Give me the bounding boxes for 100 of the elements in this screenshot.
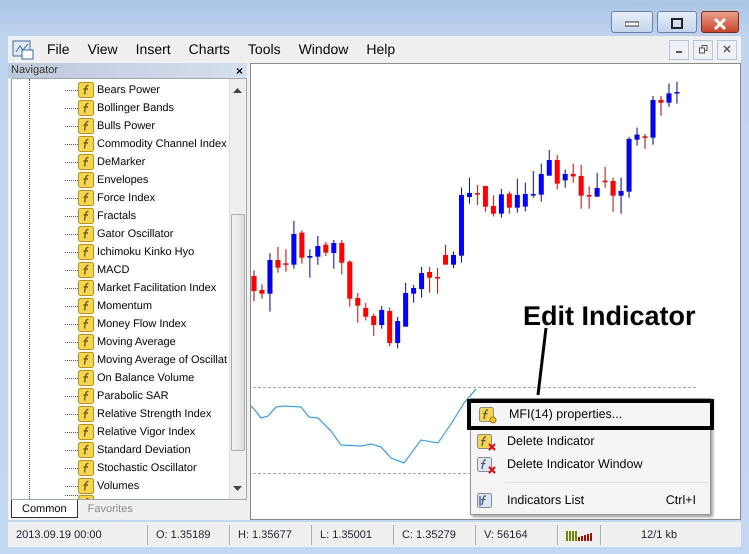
tree-item[interactable]: Money Flow Index [97, 316, 186, 332]
menu-item[interactable]: Indicators List Ctrl+I [473, 489, 708, 512]
candle [626, 136, 632, 198]
tree-item[interactable]: Stochastic Oscillator [97, 460, 197, 476]
candle [666, 83, 672, 108]
tree-item[interactable]: Ichimoku Kinko Hyo [97, 244, 194, 260]
tree-item[interactable]: DeMarker [97, 154, 146, 170]
function-icon [78, 316, 94, 332]
candle [650, 96, 656, 146]
candle [315, 236, 320, 266]
candle [490, 194, 496, 217]
candle [283, 248, 288, 272]
tree-item[interactable]: Relative Vigor Index [97, 424, 196, 440]
candle [602, 166, 608, 188]
candle [466, 177, 472, 204]
function-icon [78, 442, 94, 458]
function-delete-icon [476, 456, 496, 474]
candle [474, 184, 480, 206]
minimize-button[interactable] [611, 11, 653, 33]
candle [506, 191, 512, 214]
menu-item[interactable]: MFI(14) properties... [467, 399, 714, 430]
candle [562, 169, 568, 188]
menu-item[interactable]: Charts [180, 39, 239, 60]
menu-item[interactable]: Window [290, 39, 358, 60]
maximize-icon [671, 18, 683, 30]
candle [578, 164, 584, 210]
status-text: H: 1.35677 [230, 524, 312, 544]
function-icon [78, 208, 94, 224]
menu-item[interactable]: Tools [238, 39, 290, 60]
candle [331, 240, 336, 270]
tree-item[interactable]: Force Index [97, 190, 156, 206]
tree-item[interactable]: Parabolic SAR [97, 388, 169, 404]
scrollbar[interactable] [229, 79, 246, 499]
function-icon [78, 136, 94, 152]
restore-button[interactable] [693, 40, 713, 60]
tree-item[interactable]: Volumes [97, 478, 140, 494]
tree-item[interactable]: Standard Deviation [97, 442, 191, 458]
function-icon [78, 298, 94, 314]
tree-item[interactable]: Gator Oscillator [97, 226, 174, 242]
candle [658, 96, 664, 116]
tree-item[interactable]: Moving Average of Oscillat [97, 352, 228, 368]
function-icon [78, 154, 94, 170]
candle [435, 268, 440, 294]
menu-item[interactable]: Delete Indicator Window [473, 453, 708, 476]
candle [291, 220, 296, 270]
candle [411, 284, 416, 304]
tree-item[interactable]: Bollinger Bands [97, 100, 174, 116]
candle [307, 248, 312, 278]
status-text: L: 1.35001 [312, 524, 394, 544]
tree-item[interactable]: Envelopes [97, 172, 148, 188]
tree-item[interactable]: Bears Power [97, 82, 160, 98]
tree-item[interactable]: On Balance Volume [97, 370, 194, 386]
close-button[interactable] [701, 11, 739, 33]
candle [570, 163, 576, 184]
tab[interactable]: Common [11, 500, 78, 518]
candle [395, 316, 400, 349]
tree-item[interactable]: Momentum [97, 298, 152, 314]
function-icon [78, 226, 94, 242]
close-button[interactable]: × [232, 64, 247, 78]
function-icon [78, 118, 94, 134]
candle [443, 244, 448, 266]
function-icon [78, 388, 94, 404]
tree-item[interactable]: Relative Strength Index [97, 406, 212, 422]
candle [267, 252, 272, 312]
tree-item[interactable]: Fractals [97, 208, 136, 224]
candle [546, 150, 552, 176]
candle [299, 230, 304, 264]
candle [586, 186, 592, 210]
candle [554, 154, 560, 190]
candle [427, 266, 432, 294]
candle [610, 177, 616, 212]
candle [618, 177, 624, 214]
menu-item[interactable]: File [38, 39, 79, 60]
minimize-button[interactable] [669, 40, 689, 60]
function-icon [78, 190, 94, 206]
candle [522, 182, 528, 212]
candle [514, 178, 520, 214]
menu-item[interactable]: Insert [126, 39, 180, 60]
tree-item[interactable]: Market Facilitation Index [97, 280, 216, 296]
function-icon [78, 352, 94, 368]
function-icon [78, 280, 94, 296]
candle [642, 134, 648, 150]
menu-item[interactable]: View [78, 39, 127, 60]
menu-item[interactable]: Delete Indicator [473, 430, 708, 453]
tree-item[interactable]: Moving Average [97, 334, 176, 350]
candle [419, 266, 424, 298]
function-icon [78, 82, 94, 98]
minimize-icon [625, 20, 639, 27]
tree-item[interactable]: Commodity Channel Index [97, 136, 227, 152]
candle [259, 284, 264, 300]
tree-item[interactable]: Bulls Power [97, 118, 156, 134]
maximize-button[interactable] [657, 11, 697, 33]
annotation-text: Edit Indicator [523, 300, 696, 333]
scroll-thumb[interactable] [231, 214, 245, 451]
tree-item[interactable]: MACD [97, 262, 130, 278]
close-button[interactable] [717, 40, 737, 60]
function-icon [78, 244, 94, 260]
menu-item[interactable]: Help [357, 39, 404, 60]
candle [482, 186, 488, 212]
panel-title: Navigator [11, 63, 58, 78]
